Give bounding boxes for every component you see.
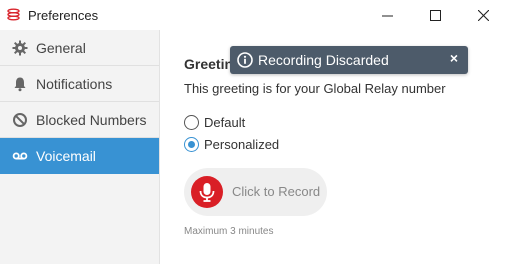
sidebar-item-general[interactable]: General xyxy=(0,30,159,66)
mic-button-circle xyxy=(191,176,223,208)
record-button-label: Click to Record xyxy=(232,184,321,199)
sidebar: General Notifications Blocked Numbers Vo… xyxy=(0,30,160,264)
blocked-icon xyxy=(13,113,27,127)
app-logo-icon xyxy=(7,8,20,21)
voicemail-icon xyxy=(12,152,28,160)
microphone-icon xyxy=(199,183,215,202)
record-button[interactable]: Click to Record xyxy=(184,168,327,216)
window-title: Preferences xyxy=(28,8,99,23)
sidebar-item-blocked-numbers[interactable]: Blocked Numbers xyxy=(0,102,159,138)
greeting-description: This greeting is for your Global Relay n… xyxy=(184,81,446,96)
minimize-button[interactable] xyxy=(364,0,410,30)
bell-icon xyxy=(14,77,26,92)
personalized-radio[interactable] xyxy=(184,136,199,152)
close-button[interactable] xyxy=(460,0,506,30)
toast-message: Recording Discarded xyxy=(258,52,389,68)
sidebar-item-label: Blocked Numbers xyxy=(36,112,147,128)
greeting-heading: Greetin xyxy=(184,56,234,72)
maximize-icon xyxy=(429,9,441,21)
sidebar-item-label: General xyxy=(36,40,86,56)
default-option[interactable]: Default xyxy=(184,113,245,131)
recording-discarded-toast: Recording Discarded × xyxy=(230,46,468,74)
close-icon xyxy=(477,9,489,21)
personalized-option[interactable]: Personalized xyxy=(184,135,279,153)
personalized-label: Personalized xyxy=(204,136,280,152)
sidebar-item-label: Notifications xyxy=(36,76,113,92)
default-label: Default xyxy=(204,114,246,130)
max-duration-hint: Maximum 3 minutes xyxy=(184,226,274,237)
info-icon xyxy=(237,52,253,68)
default-radio[interactable] xyxy=(184,114,199,130)
preferences-window: Preferences General Notifications Blocke… xyxy=(0,0,506,264)
minimize-icon xyxy=(381,15,393,16)
sidebar-item-label: Voicemail xyxy=(36,148,96,164)
sidebar-item-notifications[interactable]: Notifications xyxy=(0,66,159,102)
gear-icon xyxy=(12,40,28,56)
title-bar[interactable]: Preferences xyxy=(0,0,506,30)
maximize-button[interactable] xyxy=(412,0,458,30)
sidebar-item-voicemail[interactable]: Voicemail xyxy=(0,138,159,174)
toast-close-button[interactable]: × xyxy=(450,50,458,66)
